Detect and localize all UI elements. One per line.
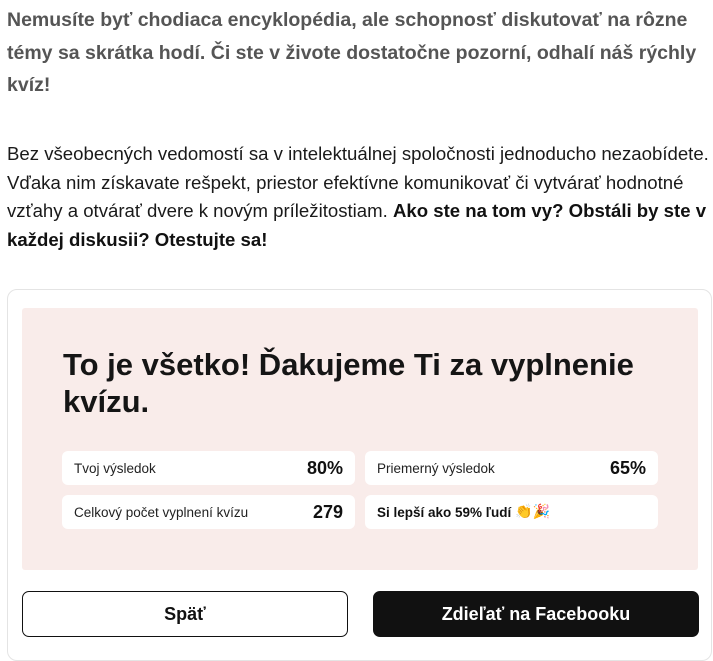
your-score-box: Tvoj výsledok 80%	[62, 451, 355, 485]
total-completions-label: Celkový počet vyplnení kvízu	[74, 504, 249, 520]
better-than-text: Si lepší ako 59% ľudí	[377, 504, 512, 520]
average-score-box: Priemerný výsledok 65%	[365, 451, 658, 485]
total-completions-box: Celkový počet vyplnení kvízu 279	[62, 495, 355, 529]
share-facebook-button[interactable]: Zdieľať na Facebooku	[373, 591, 699, 637]
clap-party-icon: 👏🎉	[515, 504, 551, 520]
result-panel: To je všetko! Ďakujeme Ti za vyplnenie k…	[22, 308, 698, 570]
total-completions-value: 279	[312, 501, 343, 522]
result-title: To je všetko! Ďakujeme Ti za vyplnenie k…	[63, 347, 634, 419]
average-score-value: 65%	[609, 457, 646, 478]
better-than-box: Si lepší ako 59% ľudí 👏🎉	[365, 495, 658, 529]
quiz-result-card: To je všetko! Ďakujeme Ti za vyplnenie k…	[7, 289, 712, 661]
your-score-value: 80%	[306, 457, 343, 478]
average-score-label: Priemerný výsledok	[377, 460, 495, 476]
intro-paragraph: Nemusíte byť chodiaca encyklopédia, ale …	[7, 9, 697, 96]
body-paragraph: Bez všeobecných vedomostí sa v intelektu…	[7, 140, 709, 255]
your-score-label: Tvoj výsledok	[74, 460, 156, 476]
back-button[interactable]: Späť	[22, 591, 348, 637]
